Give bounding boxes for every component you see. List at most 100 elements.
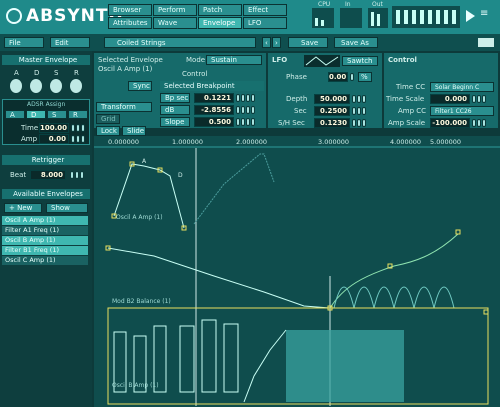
- nav-envelope[interactable]: Envelope: [198, 17, 242, 29]
- preset-selector[interactable]: Coiled Strings: [104, 37, 256, 48]
- lock-button[interactable]: Lock: [96, 126, 120, 136]
- sec-label: Sec: [294, 107, 307, 115]
- time-stepper[interactable]: [71, 124, 85, 132]
- envelope-list-item[interactable]: Filter B1 Freq (1): [2, 246, 88, 255]
- amp-scale-stepper[interactable]: [472, 119, 486, 127]
- amp-cc-dropdown[interactable]: Filter1 CC26: [430, 106, 494, 116]
- amp-stepper[interactable]: [71, 135, 85, 143]
- time-value[interactable]: 100.00: [39, 123, 69, 133]
- mode-label: Mode: [186, 56, 206, 64]
- time-label: Time: [21, 124, 39, 132]
- sync-button[interactable]: Sync: [128, 81, 152, 91]
- adsr-s-knob[interactable]: [50, 79, 62, 93]
- envelope-list-item[interactable]: Oscil B Amp (1): [2, 236, 88, 245]
- beat-stepper[interactable]: [70, 171, 84, 179]
- envelope-editor[interactable]: 0.000000 1.000000 2.000000 3.000000 4.00…: [94, 136, 500, 407]
- breakpoint-a-label: A: [142, 158, 147, 165]
- depth-value[interactable]: 50.000: [314, 94, 350, 104]
- lfo-wave-button[interactable]: Sawtch: [342, 56, 378, 66]
- control-label: Control: [182, 70, 208, 78]
- amp-value[interactable]: 0.00: [39, 134, 69, 144]
- adsr-d-label: D: [34, 69, 40, 77]
- sh-sec-label: S/H Sec: [278, 119, 305, 127]
- slope-value[interactable]: 0.500: [194, 117, 234, 127]
- nav-wave[interactable]: Wave: [153, 17, 197, 29]
- slope-stepper[interactable]: [236, 118, 255, 126]
- out-label: Out: [372, 1, 383, 8]
- toolbar: File Edit Coiled Strings ‹ › Save Save A…: [0, 34, 500, 51]
- new-envelope-button[interactable]: + New: [4, 203, 42, 213]
- file-menu[interactable]: File: [4, 37, 44, 48]
- out-meter: [368, 8, 388, 28]
- db-button[interactable]: dB: [160, 105, 190, 115]
- mode-dropdown[interactable]: Sustain: [206, 55, 262, 65]
- keyboard-icon[interactable]: [478, 38, 494, 47]
- adsr-s-label: S: [54, 69, 59, 77]
- envelope-graph[interactable]: [94, 136, 500, 407]
- slide-button[interactable]: Slide: [122, 126, 146, 136]
- lfo-panel: LFO Sawtch Phase 0.00 % Depth 50.000 Sec…: [268, 53, 382, 128]
- preset-prev-button[interactable]: ‹: [262, 37, 271, 48]
- phase-value[interactable]: 0.00: [328, 72, 348, 82]
- depth-stepper[interactable]: [352, 95, 366, 103]
- cpu-meter: [312, 8, 334, 28]
- bp-sec-button[interactable]: Bp sec: [160, 93, 190, 103]
- slope-button[interactable]: Slope: [160, 117, 190, 127]
- adsr-assign-label: ADSR Assign: [27, 101, 66, 108]
- grid-button[interactable]: Grid: [96, 114, 120, 124]
- show-dropdown[interactable]: Show: [46, 203, 88, 213]
- breakpoint-title: Selected Breakpoint: [160, 81, 264, 91]
- nav-lfo[interactable]: LFO: [243, 17, 287, 29]
- assign-tab-r[interactable]: R: [68, 110, 88, 119]
- db-value[interactable]: -2.8556: [194, 105, 234, 115]
- adsr-r-knob[interactable]: [70, 79, 82, 93]
- arrow-icon[interactable]: [466, 10, 475, 22]
- available-envelopes-title: Available Envelopes: [2, 189, 90, 199]
- control-panel: Control Time CC Solar Beginn C Time Scal…: [384, 53, 498, 128]
- depth-label: Depth: [286, 95, 308, 103]
- nav-attributes[interactable]: Attributes: [108, 17, 152, 29]
- menu-icon[interactable]: ≡: [480, 8, 492, 22]
- beat-label: Beat: [10, 171, 27, 179]
- envelope-label-mod-b2: Mod B2 Balance (1): [112, 298, 171, 305]
- edit-menu[interactable]: Edit: [50, 37, 90, 48]
- phase-stepper[interactable]: [350, 73, 354, 81]
- envelope-list-item[interactable]: Oscil A Amp (1): [2, 216, 88, 225]
- adsr-a-knob[interactable]: [10, 79, 22, 93]
- save-as-button[interactable]: Save As: [334, 37, 378, 48]
- nav-perform[interactable]: Perform: [153, 4, 197, 16]
- selected-envelope-name: Oscil A Amp (1): [98, 65, 153, 73]
- nav-patch[interactable]: Patch: [198, 4, 242, 16]
- assign-tab-d[interactable]: D: [26, 110, 46, 119]
- envelope-list-item[interactable]: Filter A1 Freq (1): [2, 226, 88, 235]
- beat-value[interactable]: 8.000: [30, 170, 66, 180]
- adsr-assign-box: ADSR Assign A D S R Time 100.00 Amp 0.00: [2, 99, 90, 145]
- bp-sec-value[interactable]: 0.1221: [194, 93, 234, 103]
- edit-tools: Transform Grid Lock Slide: [94, 102, 154, 138]
- bp-sec-stepper[interactable]: [236, 94, 255, 102]
- time-cc-dropdown[interactable]: Solar Beginn C: [430, 82, 494, 92]
- sh-sec-stepper[interactable]: [352, 119, 366, 127]
- time-scale-value[interactable]: 0.000: [430, 94, 470, 104]
- sh-sec-value[interactable]: 0.1230: [314, 118, 350, 128]
- phase-unit[interactable]: %: [358, 72, 372, 82]
- save-button[interactable]: Save: [288, 37, 328, 48]
- sec-stepper[interactable]: [352, 107, 366, 115]
- time-scale-label: Time Scale: [386, 95, 425, 103]
- sec-value[interactable]: 0.2500: [314, 106, 350, 116]
- time-scale-stepper[interactable]: [472, 95, 486, 103]
- breakpoint-d-label: D: [178, 172, 183, 179]
- nav-browser[interactable]: Browser: [108, 4, 152, 16]
- envelope-list-item[interactable]: Oscil C Amp (1): [2, 256, 88, 265]
- transform-dropdown[interactable]: Transform: [96, 102, 152, 112]
- keyboard-graphic: [392, 6, 460, 28]
- adsr-a-label: A: [14, 69, 19, 77]
- adsr-d-knob[interactable]: [30, 79, 42, 93]
- db-stepper[interactable]: [236, 106, 255, 114]
- logo-icon: [6, 8, 22, 24]
- nav-effect[interactable]: Effect: [243, 4, 287, 16]
- assign-tab-s[interactable]: S: [47, 110, 67, 119]
- preset-next-button[interactable]: ›: [272, 37, 281, 48]
- assign-tab-a[interactable]: A: [5, 110, 25, 119]
- amp-scale-value[interactable]: -100.000: [430, 118, 470, 128]
